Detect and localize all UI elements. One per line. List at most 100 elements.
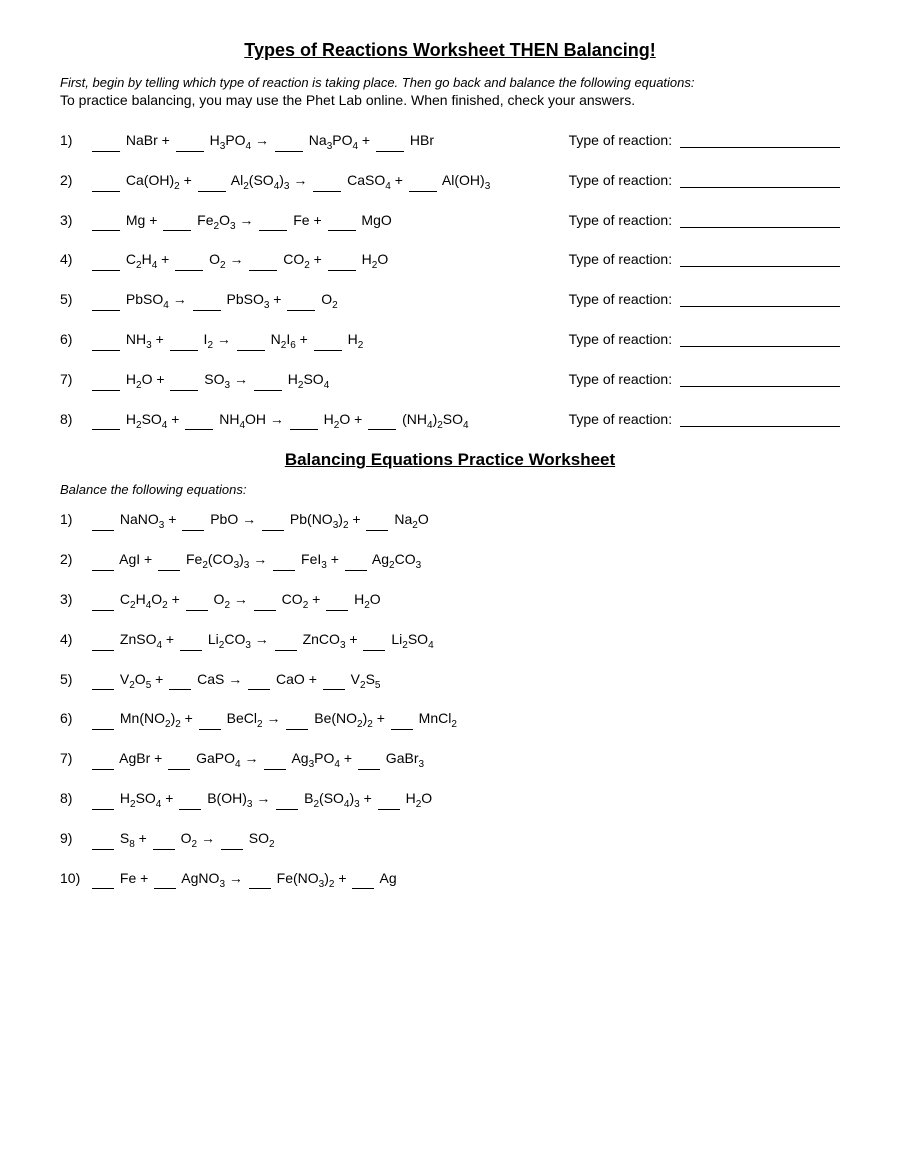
b-blank-1b (182, 530, 204, 531)
b-eq-num-5: 5) (60, 671, 90, 687)
b-blank-1d (366, 530, 388, 531)
type-blank-1 (680, 147, 840, 148)
equation-row-5: 5) PbSO4 → PbSO3 + O2 Type of reaction: (60, 291, 840, 311)
b-blank-10d (352, 888, 374, 889)
blank-4c (249, 270, 277, 271)
type-blank-8 (680, 426, 840, 427)
eq-content-1: NaBr + H3PO4 → Na3PO4 + HBr (90, 132, 559, 152)
equation-row-4: 4) C2H4 + O2 → CO2 + H2O Type of reactio… (60, 251, 840, 271)
balance-row-1: 1) NaNO3 + PbO → Pb(NO3)2 + Na2O (60, 511, 840, 531)
type-label-8: Type of reaction: (569, 411, 840, 427)
equation-row-8: 8) H2SO4 + NH4OH → H2O + (NH4)2SO4 Type … (60, 411, 840, 431)
blank-5c (287, 310, 315, 311)
b-eq-num-10: 10) (60, 870, 90, 886)
balance-row-5: 5) V2O5 + CaS → CaO + V2S5 (60, 671, 840, 691)
balance-row-9: 9) S8 + O2 → SO2 (60, 830, 840, 850)
eq-content-3: Mg + Fe2O3 → Fe + MgO (90, 212, 559, 232)
b-blank-5d (323, 689, 345, 690)
blank-7b (170, 390, 198, 391)
blank-2a (92, 191, 120, 192)
blank-3c (259, 230, 287, 231)
b-blank-2b (158, 570, 180, 571)
type-label-7: Type of reaction: (569, 371, 840, 387)
b-blank-9c (221, 849, 243, 850)
b-eq-content-5: V2O5 + CaS → CaO + V2S5 (90, 671, 840, 691)
blank-4d (328, 270, 356, 271)
page-title: Types of Reactions Worksheet THEN Balanc… (60, 40, 840, 61)
eq-content-6: NH3 + I2 → N2I6 + H2 (90, 331, 559, 351)
type-label-6: Type of reaction: (569, 331, 840, 347)
b-eq-content-9: S8 + O2 → SO2 (90, 830, 840, 850)
eq-num-7: 7) (60, 371, 90, 387)
eq-content-8: H2SO4 + NH4OH → H2O + (NH4)2SO4 (90, 411, 559, 431)
blank-8c (290, 429, 318, 430)
balance-instructions: Balance the following equations: (60, 482, 840, 497)
b-eq-num-4: 4) (60, 631, 90, 647)
eq-num-6: 6) (60, 331, 90, 347)
eq-num-1: 1) (60, 132, 90, 148)
blank-6b (170, 350, 198, 351)
b-eq-content-10: Fe + AgNO3 → Fe(NO3)2 + Ag (90, 870, 840, 890)
eq-num-8: 8) (60, 411, 90, 427)
b-blank-8d (378, 809, 400, 810)
balance-row-2: 2) AgI + Fe2(CO3)3 → FeI3 + Ag2CO3 (60, 551, 840, 571)
b-eq-num-7: 7) (60, 750, 90, 766)
blank-2c (313, 191, 341, 192)
equation-row-1: 1) NaBr + H3PO4 → Na3PO4 + HBr Type of r… (60, 132, 840, 152)
eq-content-5: PbSO4 → PbSO3 + O2 (90, 291, 559, 311)
b-blank-10b (154, 888, 176, 889)
b-blank-6c (286, 729, 308, 730)
b-blank-4d (363, 650, 385, 651)
blank-1d (376, 151, 404, 152)
blank-2b (198, 191, 226, 192)
b-blank-4a (92, 650, 114, 651)
eq-content-4: C2H4 + O2 → CO2 + H2O (90, 251, 559, 271)
b-eq-num-1: 1) (60, 511, 90, 527)
b-blank-10a (92, 888, 114, 889)
type-label-5: Type of reaction: (569, 291, 840, 307)
balance-row-4: 4) ZnSO4 + Li2CO3 → ZnCO3 + Li2SO4 (60, 631, 840, 651)
eq-num-2: 2) (60, 172, 90, 188)
b-blank-7b (168, 769, 190, 770)
blank-3a (92, 230, 120, 231)
b-eq-num-2: 2) (60, 551, 90, 567)
eq-content-7: H2O + SO3 → H2SO4 (90, 371, 559, 391)
equation-row-3: 3) Mg + Fe2O3 → Fe + MgO Type of reactio… (60, 212, 840, 232)
b-blank-2a (92, 570, 114, 571)
b-blank-7c (264, 769, 286, 770)
b-blank-9b (153, 849, 175, 850)
b-blank-5c (248, 689, 270, 690)
type-blank-3 (680, 227, 840, 228)
blank-3b (163, 230, 191, 231)
type-label-2: Type of reaction: (569, 172, 840, 188)
blank-4a (92, 270, 120, 271)
blank-6c (237, 350, 265, 351)
equation-row-7: 7) H2O + SO3 → H2SO4 Type of reaction: (60, 371, 840, 391)
b-eq-content-2: AgI + Fe2(CO3)3 → FeI3 + Ag2CO3 (90, 551, 840, 571)
eq-content-2: Ca(OH)2 + Al2(SO4)3 → CaSO4 + Al(OH)3 (90, 172, 559, 192)
equation-row-2: 2) Ca(OH)2 + Al2(SO4)3 → CaSO4 + Al(OH)3… (60, 172, 840, 192)
blank-1b (176, 151, 204, 152)
b-blank-4b (180, 650, 202, 651)
eq-num-3: 3) (60, 212, 90, 228)
blank-3d (328, 230, 356, 231)
blank-8d (368, 429, 396, 430)
balance-row-7: 7) AgBr + GaPO4 → Ag3PO4 + GaBr3 (60, 750, 840, 770)
blank-8b (185, 429, 213, 430)
b-blank-3d (326, 610, 348, 611)
balance-row-8: 8) H2SO4 + B(OH)3 → B2(SO4)3 + H2O (60, 790, 840, 810)
equation-row-6: 6) NH3 + I2 → N2I6 + H2 Type of reaction… (60, 331, 840, 351)
b-blank-6b (199, 729, 221, 730)
b-blank-6a (92, 729, 114, 730)
balance-row-6: 6) Mn(NO2)2 + BeCl2 → Be(NO2)2 + MnCl2 (60, 710, 840, 730)
b-blank-5b (169, 689, 191, 690)
b-eq-content-1: NaNO3 + PbO → Pb(NO3)2 + Na2O (90, 511, 840, 531)
b-eq-num-8: 8) (60, 790, 90, 806)
b-blank-7d (358, 769, 380, 770)
type-label-3: Type of reaction: (569, 212, 840, 228)
type-label-1: Type of reaction: (569, 132, 840, 148)
balance-row-10: 10) Fe + AgNO3 → Fe(NO3)2 + Ag (60, 870, 840, 890)
b-eq-content-8: H2SO4 + B(OH)3 → B2(SO4)3 + H2O (90, 790, 840, 810)
balance-row-3: 3) C2H4O2 + O2 → CO2 + H2O (60, 591, 840, 611)
blank-8a (92, 429, 120, 430)
